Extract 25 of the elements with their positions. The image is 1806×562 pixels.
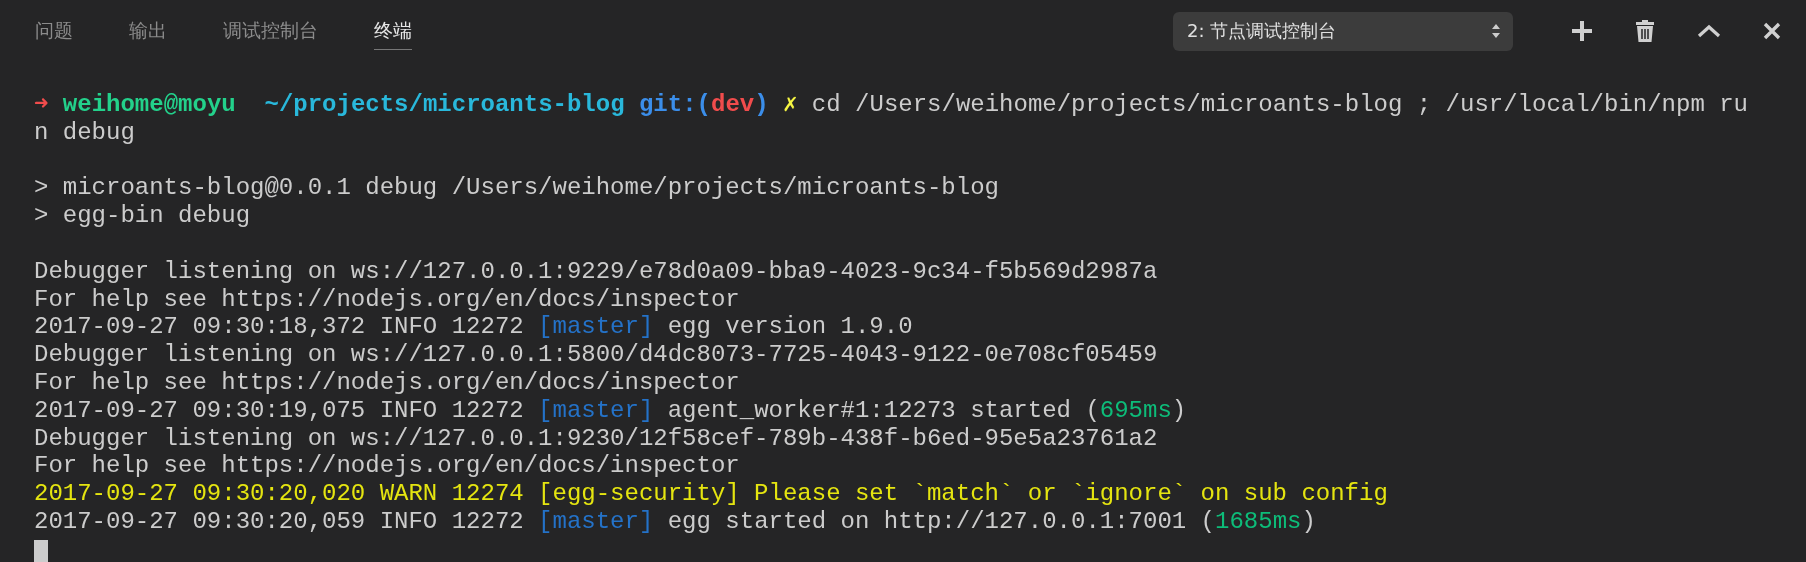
- terminal-line: Debugger listening on ws://127.0.0.1:5800/d4dc8073-7725-4043-9122-0e708cf05459: [34, 341, 1159, 369]
- terminal-line: 2017-09-27 09:30:20,020 WARN 12274 [egg-security] Please set `match` or `ignore` on sub config: [34, 480, 1389, 508]
- terminal-line: 2017-09-27 09:30:20,059 INFO 12272 [master] egg started on http://127.0.0.1:7001 (1685ms): [34, 507, 1317, 536]
- updown-icon: [1491, 22, 1501, 40]
- terminal-select[interactable]: 2: 节点调试控制台: [1173, 11, 1513, 51]
- panel-tab[interactable]: 终端: [374, 12, 412, 50]
- terminal-line: > microants-blog@0.0.1 debug /Users/weihome/projects/microants-blog: [34, 174, 1000, 203]
- panel-tab[interactable]: 输出: [129, 12, 167, 50]
- terminal-line: Debugger listening on ws://127.0.0.1:9229/e78d0a09-bba9-4023-9c34-f5b569d2987a: [34, 257, 1159, 286]
- terminal-line: 2017-09-27 09:30:18,372 INFO 12272 [master] egg version 1.9.0: [34, 313, 914, 342]
- terminal-line: > egg-bin debug: [34, 202, 252, 230]
- terminal-line: ➜ weihome@moyu ~/projects/microants-blog git:(dev) ✗ cd /Users/weihome/projects/microants-blog ; /usr/local/bin/npm ru: [34, 91, 1750, 119]
- terminal-line: Debugger listening on ws://127.0.0.1:9230/12f58cef-789b-438f-b6ed-95e5a23761a2: [34, 424, 1159, 453]
- terminal-line: For help see https://nodejs.org/en/docs/inspector: [34, 368, 741, 397]
- terminal-line: For help see https://nodejs.org/en/docs/inspector: [34, 285, 741, 314]
- close-icon[interactable]: [1763, 22, 1781, 40]
- terminal-line: For help see https://nodejs.org/en/docs/inspector: [34, 452, 741, 481]
- terminal-line: 2017-09-27 09:30:19,075 INFO 12272 [master] agent_worker#1:12273 started (695ms): [34, 396, 1188, 425]
- trash-icon[interactable]: [1635, 19, 1655, 43]
- panel-tab[interactable]: 问题: [35, 12, 73, 50]
- panel-tab[interactable]: 调试控制台: [223, 12, 318, 50]
- chevron-up-icon[interactable]: [1697, 24, 1721, 38]
- cursor: [34, 539, 48, 562]
- plus-icon[interactable]: [1571, 20, 1593, 42]
- terminal-line: n debug: [34, 118, 136, 147]
